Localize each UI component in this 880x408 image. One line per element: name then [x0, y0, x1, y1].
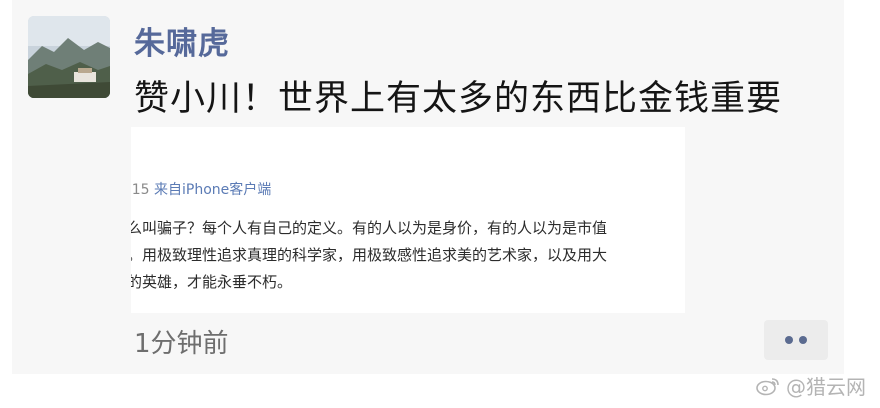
- embedded-source: 来自iPhone客户端: [153, 182, 272, 198]
- more-dots-icon: [785, 336, 807, 344]
- embedded-screenshot[interactable]: :15 来自iPhone客户端 么叫骗子？每个人有自己的定义。有的人以为是身价，…: [131, 127, 685, 313]
- embedded-text-line: 的英雄，才能永垂不朽。: [131, 273, 293, 291]
- more-actions-button[interactable]: [764, 320, 828, 360]
- weibo-logo-icon: [756, 377, 779, 395]
- username[interactable]: 朱啸虎: [134, 18, 230, 63]
- watermark: @猎云网: [756, 371, 866, 400]
- embedded-time: :15: [131, 182, 150, 198]
- embedded-meta: :15 来自iPhone客户端: [131, 179, 271, 199]
- embedded-text-line: 。用极致理性追求真理的科学家，用极致感性追求美的艺术家，以及用大: [131, 246, 608, 264]
- post-timestamp: 1分钟前: [134, 329, 229, 359]
- watermark-text: @猎云网: [786, 375, 866, 399]
- embedded-text-line: 么叫骗子？每个人有自己的定义。有的人以为是身价，有的人以为是市值: [131, 219, 608, 237]
- post-text: 赞小川！世界上有太多的东西比金钱重要: [134, 79, 783, 119]
- avatar-landscape-image: [28, 16, 110, 98]
- avatar[interactable]: [28, 16, 110, 98]
